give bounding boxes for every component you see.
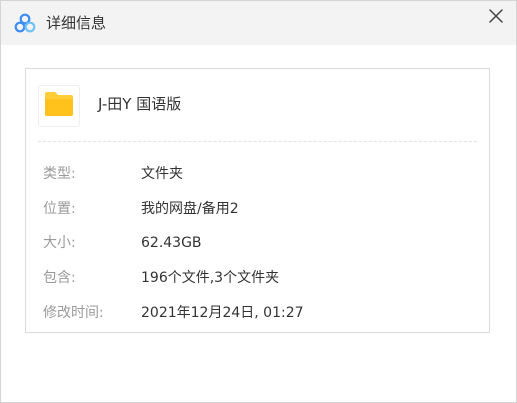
detail-label: 包含: (43, 270, 76, 286)
detail-label: 大小: (43, 235, 76, 251)
detail-row-size: 大小: 62.43GB (43, 233, 473, 253)
file-name: J-田Y 国语版 (98, 95, 182, 113)
detail-row-modified-time: 修改时间: 2021年12月24日, 01:27 (43, 303, 473, 323)
divider (38, 141, 477, 142)
dialog-titlebar[interactable]: 详细信息 (1, 1, 516, 45)
detail-value: 我的网盘/备用2 (141, 201, 239, 217)
close-button[interactable] (484, 5, 508, 29)
detail-row-location: 位置: 我的网盘/备用2 (43, 199, 473, 219)
detail-label: 类型: (43, 166, 76, 182)
detail-label: 位置: (43, 201, 76, 217)
detail-value: 2021年12月24日, 01:27 (141, 305, 304, 321)
detail-value: 62.43GB (141, 235, 202, 251)
detail-value: 196个文件,3个文件夹 (141, 270, 280, 286)
dialog-title: 详细信息 (46, 14, 107, 32)
detail-row-type: 类型: 文件夹 (43, 164, 473, 184)
folder-icon (44, 91, 74, 121)
detail-value: 文件夹 (141, 166, 183, 182)
close-icon (489, 8, 503, 27)
file-details-dialog: 详细信息 J-田Y 国语版 类型: 文件夹 位置: 我的网盘/备用2 大小: 6… (0, 0, 517, 403)
details-panel: J-田Y 国语版 类型: 文件夹 位置: 我的网盘/备用2 大小: 62.43G… (25, 68, 490, 333)
detail-label: 修改时间: (43, 305, 104, 321)
cloud-app-logo-icon (14, 13, 36, 33)
file-thumbnail (38, 85, 80, 127)
detail-row-contains: 包含: 196个文件,3个文件夹 (43, 268, 473, 288)
